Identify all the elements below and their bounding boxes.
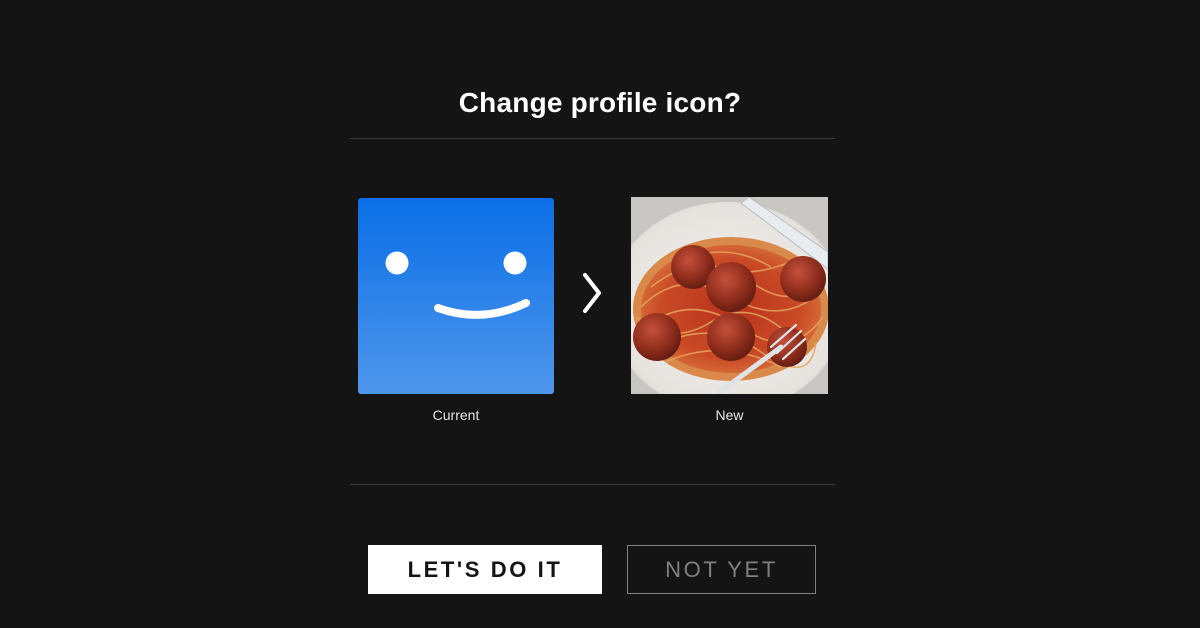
- smiley-icon: [358, 198, 554, 394]
- cancel-button[interactable]: NOT YET: [627, 545, 816, 594]
- top-divider: [350, 138, 835, 139]
- current-avatar: [358, 198, 554, 394]
- current-avatar-label: Current: [432, 407, 480, 423]
- new-avatar: [631, 197, 828, 394]
- spaghetti-meatballs-image: [631, 197, 828, 394]
- page-title: Change profile icon?: [458, 87, 742, 118]
- confirm-button[interactable]: LET'S DO IT: [368, 545, 602, 594]
- bottom-divider: [350, 484, 835, 485]
- chevron-right-icon: [578, 270, 606, 316]
- profile-icon-dialog: Change profile icon? Current New LET'S D…: [0, 0, 1200, 628]
- new-avatar-label: New: [715, 407, 744, 423]
